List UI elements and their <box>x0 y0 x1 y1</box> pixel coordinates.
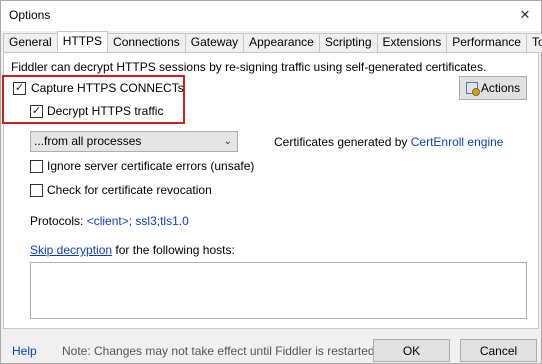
certificates-prefix: Certificates generated by <box>274 135 408 149</box>
skip-decryption-suffix: for the following hosts: <box>115 243 235 257</box>
chevron-down-icon: ⌄ <box>223 136 232 147</box>
certificate-icon <box>465 82 480 96</box>
tab-performance[interactable]: Performance <box>446 33 527 52</box>
ignore-cert-errors-label[interactable]: Ignore server certificate errors (unsafe… <box>47 159 254 173</box>
process-filter-select[interactable]: ...from all processes ⌄ <box>30 131 238 152</box>
close-icon[interactable]: ✕ <box>517 7 533 23</box>
restart-note: Note: Changes may not take effect until … <box>62 344 378 358</box>
capture-https-label[interactable]: Capture HTTPS CONNECTs <box>31 81 184 95</box>
certificates-info: Certificates generated by CertEnroll eng… <box>274 135 503 149</box>
cert-engine-link[interactable]: CertEnroll engine <box>411 135 504 149</box>
checkmark-icon: ✓ <box>14 82 25 94</box>
process-filter-value: ...from all processes <box>34 134 142 148</box>
tab-general[interactable]: General <box>3 33 58 52</box>
hosts-textarea[interactable] <box>30 262 527 319</box>
check-revocation-checkbox[interactable] <box>30 184 43 197</box>
protocols-label: Protocols: <box>30 214 84 228</box>
tab-connections[interactable]: Connections <box>107 33 186 52</box>
ignore-cert-errors-checkbox[interactable] <box>30 160 43 173</box>
tab-gateway[interactable]: Gateway <box>184 33 245 52</box>
tab-tools[interactable]: Tools <box>525 33 542 52</box>
check-revocation-label[interactable]: Check for certificate revocation <box>47 183 212 197</box>
actions-button-label: Actions <box>480 81 521 95</box>
protocols-link[interactable]: <client>; ssl3;tls1.0 <box>87 214 189 228</box>
options-dialog: Options ✕ General HTTPS Connections Gate… <box>0 0 542 364</box>
ok-button[interactable]: OK <box>373 339 450 362</box>
tab-extensions[interactable]: Extensions <box>376 33 448 52</box>
protocols-row: Protocols: <client>; ssl3;tls1.0 <box>30 214 189 228</box>
window-title: Options <box>9 8 51 22</box>
checkmark-icon: ✓ <box>31 105 42 117</box>
decrypt-https-checkbox[interactable]: ✓ <box>30 105 43 118</box>
actions-button[interactable]: Actions <box>459 76 527 100</box>
skip-decryption-link[interactable]: Skip decryption <box>30 243 112 257</box>
skip-decryption-row: Skip decryption for the following hosts: <box>30 243 235 257</box>
capture-https-checkbox[interactable]: ✓ <box>13 82 26 95</box>
help-link[interactable]: Help <box>12 344 37 358</box>
intro-text: Fiddler can decrypt HTTPS sessions by re… <box>11 60 487 74</box>
tab-appearance[interactable]: Appearance <box>243 33 320 52</box>
tab-strip: General HTTPS Connections Gateway Appear… <box>3 31 542 52</box>
decrypt-https-label[interactable]: Decrypt HTTPS traffic <box>47 104 163 118</box>
tab-scripting[interactable]: Scripting <box>318 33 378 52</box>
title-bar: Options ✕ <box>1 1 541 31</box>
cancel-button[interactable]: Cancel <box>460 339 537 362</box>
tab-https[interactable]: HTTPS <box>56 31 109 52</box>
